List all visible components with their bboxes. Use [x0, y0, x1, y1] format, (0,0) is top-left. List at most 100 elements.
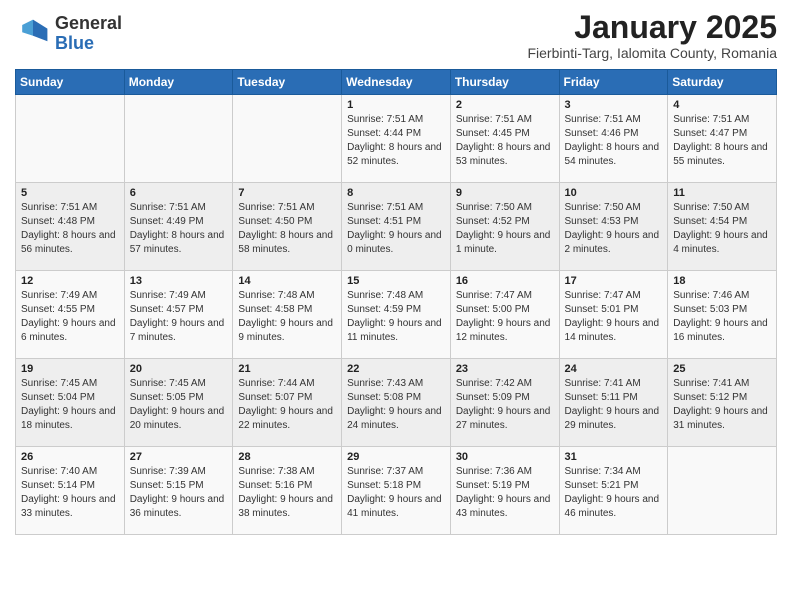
calendar-cell: 25 Sunrise: 7:41 AMSunset: 5:12 PMDayligh…	[668, 359, 777, 447]
calendar-cell: 21Sunrise: 7:44 AMSunset: 5:07 PMDayligh…	[233, 359, 342, 447]
day-number: 9	[456, 187, 554, 199]
title-block: January 2025 Fierbinti-Targ, Ialomita Co…	[527, 10, 777, 61]
calendar-cell: 22 Sunrise: 7:43 AMSunset: 5:08 PMDayligh…	[342, 359, 451, 447]
day-number: 11	[673, 187, 771, 199]
day-content: Sunrise: 7:45 AMSunset: 5:05 PMDaylight:…	[130, 377, 228, 433]
day-content: Sunrise: 7:38 AMSunset: 5:16 PMDaylight:…	[238, 465, 336, 521]
calendar-cell: 8Sunrise: 7:51 AMSunset: 4:51 PMDaylight…	[342, 183, 451, 271]
calendar-cell	[16, 95, 125, 183]
calendar-cell: 4 Sunrise: 7:51 AMSunset: 4:47 PMDaylight…	[668, 95, 777, 183]
calendar-cell: 20 Sunrise: 7:45 AMSunset: 5:05 PMDayligh…	[124, 359, 233, 447]
day-number: 31	[565, 451, 663, 463]
day-content: Sunrise: 7:50 AMSunset: 4:53 PMDaylight:…	[565, 201, 663, 257]
day-number: 30	[456, 451, 554, 463]
day-content: Sunrise: 7:43 AMSunset: 5:08 PMDaylight:…	[347, 377, 445, 433]
day-number: 22	[347, 363, 445, 375]
day-content: Sunrise: 7:47 AMSunset: 5:01 PMDaylight:…	[565, 289, 663, 345]
day-number: 13	[130, 275, 228, 287]
day-content: Sunrise: 7:51 AMSunset: 4:47 PMDaylight:…	[673, 113, 771, 169]
calendar-cell: 2Sunrise: 7:51 AMSunset: 4:45 PMDaylight…	[450, 95, 559, 183]
day-content: Sunrise: 7:49 AMSunset: 4:57 PMDaylight:…	[130, 289, 228, 345]
weekday-header-friday: Friday	[559, 70, 668, 95]
day-content: Sunrise: 7:51 AMSunset: 4:46 PMDaylight:…	[565, 113, 663, 169]
day-number: 19	[21, 363, 119, 375]
day-number: 15	[347, 275, 445, 287]
calendar-cell: 11Sunrise: 7:50 AMSunset: 4:54 PMDayligh…	[668, 183, 777, 271]
calendar-cell: 19 Sunrise: 7:45 AMSunset: 5:04 PMDayligh…	[16, 359, 125, 447]
day-number: 5	[21, 187, 119, 199]
day-content: Sunrise: 7:48 AMSunset: 4:58 PMDaylight:…	[238, 289, 336, 345]
calendar-cell: 6Sunrise: 7:51 AMSunset: 4:49 PMDaylight…	[124, 183, 233, 271]
weekday-header-sunday: Sunday	[16, 70, 125, 95]
day-content: Sunrise: 7:47 AMSunset: 5:00 PMDaylight:…	[456, 289, 554, 345]
calendar-cell: 24 Sunrise: 7:41 AMSunset: 5:11 PMDayligh…	[559, 359, 668, 447]
day-number: 12	[21, 275, 119, 287]
calendar-cell: 12 Sunrise: 7:49 AMSunset: 4:55 PMDayligh…	[16, 271, 125, 359]
calendar-cell: 10Sunrise: 7:50 AMSunset: 4:53 PMDayligh…	[559, 183, 668, 271]
logo: General Blue	[15, 14, 122, 54]
page-header: General Blue January 2025 Fierbinti-Targ…	[15, 10, 777, 61]
day-content: Sunrise: 7:51 AMSunset: 4:51 PMDaylight:…	[347, 201, 445, 257]
day-number: 27	[130, 451, 228, 463]
day-number: 25	[673, 363, 771, 375]
day-content: Sunrise: 7:51 AMSunset: 4:44 PMDaylight:…	[347, 113, 445, 169]
day-number: 24	[565, 363, 663, 375]
day-number: 14	[238, 275, 336, 287]
calendar-cell: 15 Sunrise: 7:48 AMSunset: 4:59 PMDayligh…	[342, 271, 451, 359]
day-number: 21	[238, 363, 336, 375]
day-number: 3	[565, 99, 663, 111]
calendar-cell: 7Sunrise: 7:51 AMSunset: 4:50 PMDaylight…	[233, 183, 342, 271]
day-content: Sunrise: 7:51 AMSunset: 4:50 PMDaylight:…	[238, 201, 336, 257]
day-number: 18	[673, 275, 771, 287]
weekday-header-monday: Monday	[124, 70, 233, 95]
calendar-cell: 23Sunrise: 7:42 AMSunset: 5:09 PMDayligh…	[450, 359, 559, 447]
day-content: Sunrise: 7:49 AMSunset: 4:55 PMDaylight:…	[21, 289, 119, 345]
day-content: Sunrise: 7:46 AMSunset: 5:03 PMDaylight:…	[673, 289, 771, 345]
calendar-week-3: 12 Sunrise: 7:49 AMSunset: 4:55 PMDayligh…	[16, 271, 777, 359]
day-content: Sunrise: 7:41 AMSunset: 5:11 PMDaylight:…	[565, 377, 663, 433]
calendar-week-4: 19 Sunrise: 7:45 AMSunset: 5:04 PMDayligh…	[16, 359, 777, 447]
day-content: Sunrise: 7:48 AMSunset: 4:59 PMDaylight:…	[347, 289, 445, 345]
calendar-week-2: 5Sunrise: 7:51 AMSunset: 4:48 PMDaylight…	[16, 183, 777, 271]
calendar-cell: 31 Sunrise: 7:34 AMSunset: 5:21 PMDayligh…	[559, 447, 668, 535]
calendar-cell: 3 Sunrise: 7:51 AMSunset: 4:46 PMDaylight…	[559, 95, 668, 183]
weekday-header-row: SundayMondayTuesdayWednesdayThursdayFrid…	[16, 70, 777, 95]
day-number: 6	[130, 187, 228, 199]
calendar-cell: 27 Sunrise: 7:39 AMSunset: 5:15 PMDayligh…	[124, 447, 233, 535]
calendar-cell: 30 Sunrise: 7:36 AMSunset: 5:19 PMDayligh…	[450, 447, 559, 535]
calendar-table: SundayMondayTuesdayWednesdayThursdayFrid…	[15, 69, 777, 535]
page-subtitle: Fierbinti-Targ, Ialomita County, Romania	[527, 45, 777, 61]
weekday-header-saturday: Saturday	[668, 70, 777, 95]
day-number: 17	[565, 275, 663, 287]
weekday-header-thursday: Thursday	[450, 70, 559, 95]
calendar-cell: 13 Sunrise: 7:49 AMSunset: 4:57 PMDayligh…	[124, 271, 233, 359]
calendar-cell: 26 Sunrise: 7:40 AMSunset: 5:14 PMDayligh…	[16, 447, 125, 535]
day-number: 4	[673, 99, 771, 111]
calendar-cell: 9Sunrise: 7:50 AMSunset: 4:52 PMDaylight…	[450, 183, 559, 271]
day-number: 28	[238, 451, 336, 463]
calendar-cell: 18 Sunrise: 7:46 AMSunset: 5:03 PMDayligh…	[668, 271, 777, 359]
day-content: Sunrise: 7:37 AMSunset: 5:18 PMDaylight:…	[347, 465, 445, 521]
logo-general-text: General	[55, 14, 122, 34]
calendar-cell: 14 Sunrise: 7:48 AMSunset: 4:58 PMDayligh…	[233, 271, 342, 359]
day-content: Sunrise: 7:51 AMSunset: 4:45 PMDaylight:…	[456, 113, 554, 169]
calendar-cell	[233, 95, 342, 183]
calendar-cell: 29 Sunrise: 7:37 AMSunset: 5:18 PMDayligh…	[342, 447, 451, 535]
day-content: Sunrise: 7:39 AMSunset: 5:15 PMDaylight:…	[130, 465, 228, 521]
logo-icon	[15, 16, 51, 52]
day-content: Sunrise: 7:36 AMSunset: 5:19 PMDaylight:…	[456, 465, 554, 521]
day-number: 29	[347, 451, 445, 463]
day-content: Sunrise: 7:45 AMSunset: 5:04 PMDaylight:…	[21, 377, 119, 433]
calendar-cell	[124, 95, 233, 183]
day-content: Sunrise: 7:34 AMSunset: 5:21 PMDaylight:…	[565, 465, 663, 521]
day-number: 16	[456, 275, 554, 287]
day-content: Sunrise: 7:41 AMSunset: 5:12 PMDaylight:…	[673, 377, 771, 433]
page-title: January 2025	[527, 10, 777, 45]
day-content: Sunrise: 7:40 AMSunset: 5:14 PMDaylight:…	[21, 465, 119, 521]
logo-text: General Blue	[55, 14, 122, 54]
day-number: 26	[21, 451, 119, 463]
day-number: 20	[130, 363, 228, 375]
calendar-week-1: 1Sunrise: 7:51 AMSunset: 4:44 PMDaylight…	[16, 95, 777, 183]
calendar-cell: 28 Sunrise: 7:38 AMSunset: 5:16 PMDayligh…	[233, 447, 342, 535]
weekday-header-wednesday: Wednesday	[342, 70, 451, 95]
